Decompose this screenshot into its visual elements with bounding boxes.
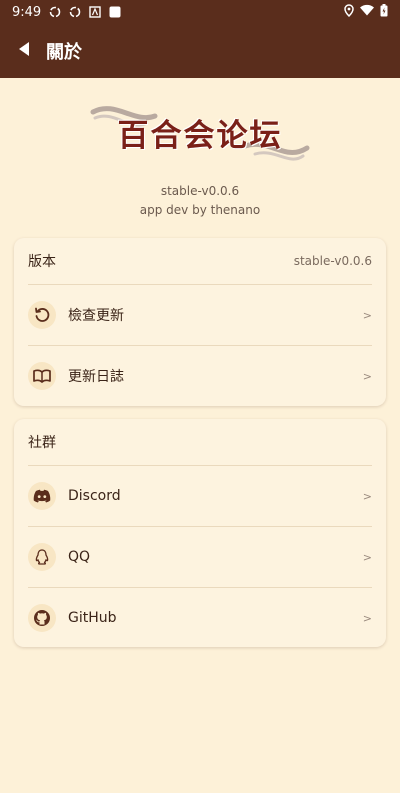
github-label: GitHub (68, 610, 117, 626)
status-right (344, 3, 388, 21)
github-icon (28, 604, 56, 632)
app-version: stable-v0.0.6 (160, 184, 240, 198)
status-bar: 9:49 (0, 0, 400, 24)
logo-text: 百合会论坛 (117, 117, 283, 154)
font-icon (89, 6, 101, 18)
back-button[interactable] (4, 24, 44, 78)
version-card: 版本 stable-v0.0.6 檢查更新 > 更新日誌 > (14, 238, 386, 406)
chevron-right-icon: > (362, 489, 372, 503)
battery-icon (380, 3, 388, 21)
back-arrow-icon (17, 41, 31, 61)
version-card-header: 版本 stable-v0.0.6 (14, 238, 386, 284)
discord-icon (28, 482, 56, 510)
qq-label: QQ (68, 549, 91, 565)
app-bar: 關於 (0, 24, 400, 78)
changelog-label: 更新日誌 (68, 369, 124, 385)
changelog-button[interactable]: 更新日誌 > (14, 346, 386, 406)
status-left: 9:49 (12, 5, 121, 20)
sync-icon (69, 6, 81, 18)
chevron-right-icon: > (362, 308, 372, 322)
status-time: 9:49 (12, 4, 42, 20)
discord-link[interactable]: Discord > (14, 466, 386, 526)
page-title: 關於 (46, 42, 82, 63)
chevron-right-icon: > (362, 550, 372, 564)
sync-icon (49, 6, 61, 18)
check-update-label: 檢查更新 (68, 308, 124, 324)
version-card-value: stable-v0.0.6 (293, 254, 372, 268)
chevron-right-icon: > (362, 369, 372, 383)
chevron-right-icon: > (362, 611, 372, 625)
check-update-button[interactable]: 檢查更新 > (14, 285, 386, 345)
social-card-title: 社群 (28, 435, 56, 451)
qq-link[interactable]: QQ > (14, 527, 386, 587)
social-card-header: 社群 (14, 419, 386, 465)
forum-logo: 百合会论坛 (0, 96, 400, 168)
app-developer: app dev by thenano (139, 203, 261, 217)
refresh-icon (28, 301, 56, 329)
book-icon (28, 362, 56, 390)
version-card-title: 版本 (28, 254, 56, 270)
location-icon (344, 3, 354, 21)
qq-icon (28, 543, 56, 571)
discord-label: Discord (68, 488, 121, 504)
wifi-icon (360, 4, 374, 20)
github-link[interactable]: GitHub > (14, 588, 386, 648)
social-card: 社群 Discord > QQ > GitHub > (14, 419, 386, 647)
square-icon (109, 6, 121, 18)
